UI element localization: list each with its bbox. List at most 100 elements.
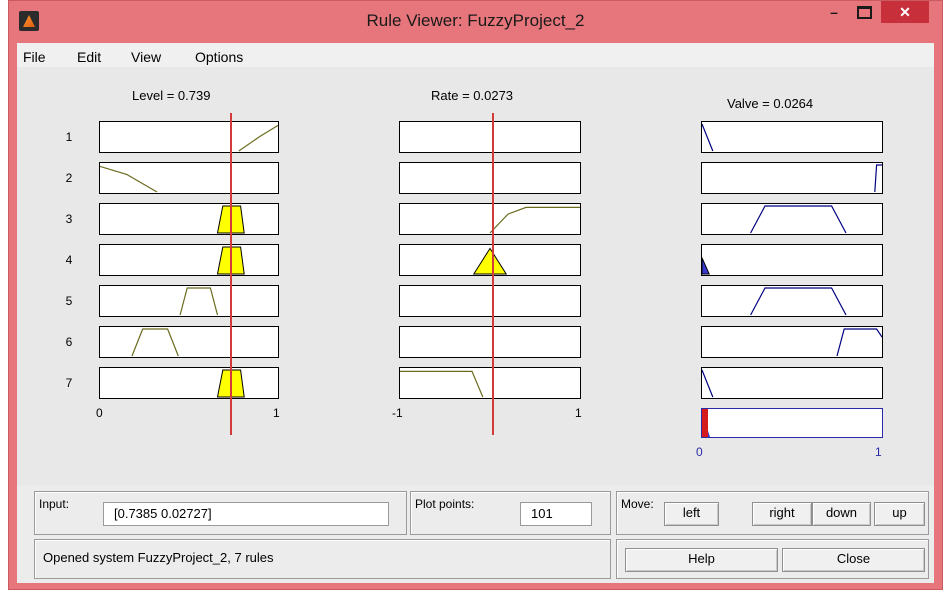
- plot-points-frame: Plot points: 101: [410, 491, 611, 535]
- move-right-button[interactable]: right: [752, 502, 812, 526]
- maximize-button[interactable]: [851, 1, 877, 23]
- client-area: File Edit View Options Level = 0.739 Rat…: [17, 43, 934, 583]
- mf-curve: [489, 206, 580, 234]
- level-mf-plot-rule-5[interactable]: [99, 285, 279, 317]
- help-button[interactable]: Help: [625, 548, 778, 572]
- mf-curve: [836, 328, 882, 357]
- mf-curve: [702, 369, 714, 398]
- mf-line: [702, 369, 714, 398]
- mf-line: [131, 328, 179, 357]
- minimize-button[interactable]: –: [821, 1, 847, 23]
- rule-viewer-window: Rule Viewer: FuzzyProject_2 – ✕ File Edi…: [8, 0, 943, 590]
- valve-axis-max: 1: [875, 445, 882, 459]
- move-up-button[interactable]: up: [874, 502, 925, 526]
- valve-axis-min: 0: [696, 445, 703, 459]
- mf-curve: [100, 165, 158, 193]
- close-button[interactable]: Close: [782, 548, 925, 572]
- move-left-button[interactable]: left: [664, 502, 719, 526]
- mf-curve: [750, 287, 847, 316]
- status-frame: Opened system FuzzyProject_2, 7 rules: [34, 539, 611, 579]
- level-axis-min: 0: [96, 406, 103, 420]
- mf-line: [702, 123, 714, 152]
- mf-curve: [472, 247, 508, 275]
- rate-mf-plot-rule-3[interactable]: [399, 203, 581, 235]
- mf-curve: [702, 257, 710, 275]
- valve-mf-plot-rule-4[interactable]: [701, 244, 883, 276]
- rule-number: 2: [65, 171, 73, 185]
- valve-mf-plot-rule-5[interactable]: [701, 285, 883, 317]
- close-window-button[interactable]: ✕: [881, 1, 929, 23]
- rate-mf-plot-rule-2[interactable]: [399, 162, 581, 194]
- level-mf-plot-rule-2[interactable]: [99, 162, 279, 194]
- mf-line: [750, 205, 847, 234]
- level-column-label: Level = 0.739: [132, 88, 211, 103]
- mf-curve: [216, 369, 245, 398]
- mf-curve: [874, 164, 882, 193]
- mf-fill-shape: [702, 257, 710, 275]
- rate-mf-plot-rule-7[interactable]: [399, 367, 581, 399]
- mf-line: [238, 124, 278, 152]
- title-bar[interactable]: Rule Viewer: FuzzyProject_2 – ✕: [9, 1, 942, 43]
- rule-number: 5: [65, 294, 73, 308]
- input-frame: Input: [0.7385 0.02727]: [34, 491, 407, 535]
- rate-mf-plot-rule-1[interactable]: [399, 121, 581, 153]
- rate-mf-plot-rule-5[interactable]: [399, 285, 581, 317]
- valve-mf-plot-rule-6[interactable]: [701, 326, 883, 358]
- mf-line: [179, 287, 219, 316]
- input-field[interactable]: [0.7385 0.02727]: [103, 502, 389, 526]
- valve-mf-plot-rule-2[interactable]: [701, 162, 883, 194]
- rule-number: 1: [65, 130, 73, 144]
- level-mf-plot-rule-6[interactable]: [99, 326, 279, 358]
- valve-column-label: Valve = 0.0264: [727, 96, 814, 111]
- mf-line: [836, 328, 882, 357]
- valve-aggregate-plot[interactable]: [701, 408, 883, 438]
- menu-view[interactable]: View: [131, 49, 161, 65]
- level-mf-plot-rule-3[interactable]: [99, 203, 279, 235]
- mf-line: [750, 287, 847, 316]
- level-mf-plot-rule-1[interactable]: [99, 121, 279, 153]
- mf-curve: [702, 123, 714, 152]
- mf-curve: [179, 287, 219, 316]
- mf-line: [100, 165, 158, 193]
- menu-file[interactable]: File: [23, 49, 46, 65]
- rule-number: 4: [65, 253, 73, 267]
- mf-line: [400, 370, 484, 398]
- mf-curve: [750, 205, 847, 234]
- plot-points-label: Plot points:: [415, 497, 475, 511]
- level-input-indicator[interactable]: [230, 113, 232, 435]
- menu-bar: File Edit View Options: [17, 43, 934, 67]
- move-frame: Move: left right down up: [616, 491, 929, 535]
- rule-number: 3: [65, 212, 73, 226]
- level-mf-plot-rule-7[interactable]: [99, 367, 279, 399]
- rate-mf-plot-rule-6[interactable]: [399, 326, 581, 358]
- plot-points-field[interactable]: 101: [520, 502, 592, 526]
- rate-axis-min: -1: [392, 406, 403, 420]
- action-frame: Help Close: [616, 539, 929, 579]
- mf-curve: [131, 328, 179, 357]
- status-text: Opened system FuzzyProject_2, 7 rules: [43, 550, 274, 565]
- mf-line: [489, 206, 580, 234]
- valve-mf-plot-rule-1[interactable]: [701, 121, 883, 153]
- rate-column-label: Rate = 0.0273: [431, 88, 514, 103]
- rate-input-indicator[interactable]: [492, 113, 494, 435]
- valve-mf-plot-rule-3[interactable]: [701, 203, 883, 235]
- mf-curve: [400, 286, 580, 316]
- valve-mf-plot-rule-7[interactable]: [701, 367, 883, 399]
- rate-mf-plot-rule-4[interactable]: [399, 244, 581, 276]
- mf-curve: [216, 246, 245, 275]
- crisp-output-marker: [702, 409, 708, 437]
- rule-plot-area: Level = 0.739 Rate = 0.0273 Valve = 0.02…: [17, 67, 934, 485]
- menu-options[interactable]: Options: [195, 49, 243, 65]
- move-down-button[interactable]: down: [812, 502, 871, 526]
- aggregate-curve: [702, 409, 710, 437]
- mf-fill-shape: [472, 247, 508, 275]
- level-axis-max: 1: [273, 406, 280, 420]
- menu-edit[interactable]: Edit: [77, 49, 101, 65]
- mf-curve: [216, 205, 245, 234]
- mf-curve: [400, 163, 580, 193]
- control-panel: Input: [0.7385 0.02727] Plot points: 101…: [17, 485, 934, 583]
- maximize-icon: [856, 6, 872, 19]
- level-mf-plot-rule-4[interactable]: [99, 244, 279, 276]
- rule-number: 7: [65, 376, 73, 390]
- window-title: Rule Viewer: FuzzyProject_2: [366, 11, 585, 30]
